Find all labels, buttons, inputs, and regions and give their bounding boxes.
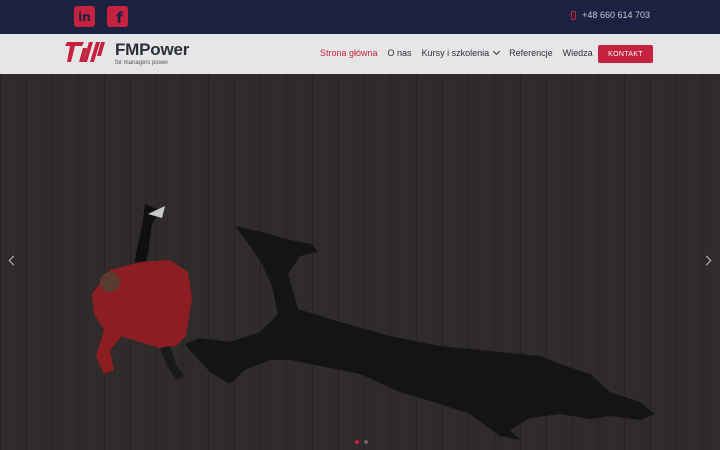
nav-item-knowledge[interactable]: Wiedza (563, 48, 593, 58)
nav-menu: Strona główna O nas Kursy i szkolenia Re… (320, 47, 593, 58)
phone-contact[interactable]: +48 660 614 703 (571, 10, 650, 20)
phone-number: +48 660 614 703 (582, 10, 650, 20)
logo[interactable]: FMPower for managers power (65, 40, 189, 67)
brand-tagline: for managers power (115, 60, 169, 66)
top-bar: in f +48 660 614 703 (0, 0, 720, 34)
slider-dots (355, 440, 368, 444)
chevron-down-icon (493, 47, 501, 56)
nav-item-courses[interactable]: Kursy i szkolenia (421, 47, 501, 58)
hero-image (0, 74, 720, 450)
contact-button[interactable]: KONTAKT (598, 45, 653, 63)
nav-item-courses-label: Kursy i szkolenia (421, 48, 490, 58)
hero-slider (0, 74, 720, 450)
brand-name: FMPower (115, 40, 190, 59)
fmpower-logo-icon (65, 42, 105, 62)
linkedin-icon[interactable]: in (74, 6, 95, 27)
nav-item-home[interactable]: Strona główna (320, 48, 378, 58)
slide-dot[interactable] (364, 440, 368, 444)
mobile-phone-icon (571, 10, 577, 20)
slide-dot[interactable] (355, 440, 359, 444)
nav-item-about[interactable]: O nas (388, 48, 412, 58)
facebook-icon[interactable]: f (107, 6, 128, 27)
nav-item-references[interactable]: Referencje (509, 48, 553, 58)
logo-text: FMPower for managers power (115, 40, 189, 67)
